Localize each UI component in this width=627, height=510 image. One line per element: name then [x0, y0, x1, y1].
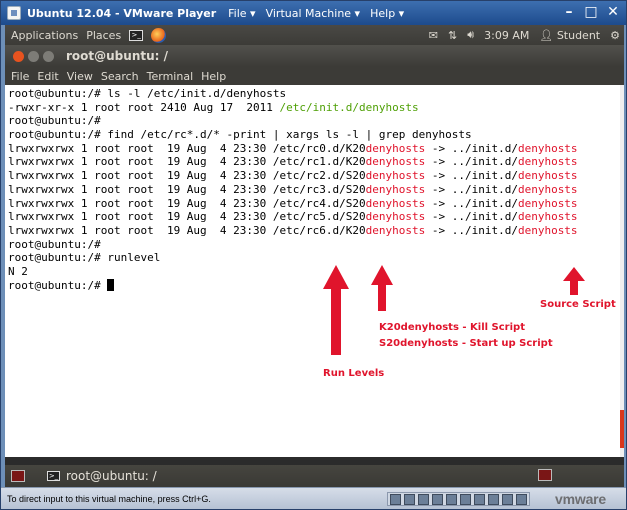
run-levels-label: Run Levels	[323, 368, 385, 379]
terminal-icon: >_	[47, 471, 60, 481]
hard-disk-icon[interactable]	[404, 494, 415, 505]
vmware-window-title: Ubuntu 12.04 - VMware Player	[27, 6, 217, 20]
floppy-icon[interactable]	[432, 494, 443, 505]
text-cursor	[107, 278, 115, 291]
terminal-launcher-icon[interactable]: >_	[129, 29, 144, 41]
source-script-arrow	[563, 267, 585, 295]
gear-icon[interactable]: ⚙	[610, 29, 620, 42]
usb-icon[interactable]	[460, 494, 471, 505]
device-icons	[387, 492, 530, 506]
run-levels-arrow	[323, 265, 349, 355]
terminal-scrollbar[interactable]	[620, 85, 624, 457]
network-icon[interactable]: ⇅	[448, 29, 457, 42]
vmware-menu-file[interactable]: File ▾	[228, 7, 255, 20]
vmware-menubar: File ▾ Virtual Machine ▾ Help ▾	[228, 7, 404, 20]
volume-icon[interactable]: 🔊︎	[467, 28, 474, 42]
printer-icon[interactable]	[488, 494, 499, 505]
minimize-button[interactable]: –	[562, 4, 576, 20]
vmware-app-icon	[7, 6, 21, 20]
terminal-line: root@ubuntu:/# find /etc/rc*.d/* -print …	[8, 128, 472, 142]
close-icon[interactable]	[13, 50, 24, 62]
symlink-row: lrwxrwxrwx 1 root root 19 Aug 4 23:30 /e…	[8, 196, 578, 210]
ubuntu-top-panel: Applications Places >_ ✉ ⇅ 🔊︎ 3:09 AM 👤︎…	[5, 25, 624, 45]
minimize-icon[interactable]	[28, 50, 39, 62]
symlink-row: lrwxrwxrwx 1 root root 19 Aug 4 23:30 /e…	[8, 169, 578, 183]
symlink-row: lrwxrwxrwx 1 root root 19 Aug 4 23:30 /e…	[8, 182, 578, 196]
symlink-row: lrwxrwxrwx 1 root root 19 Aug 4 23:30 /e…	[8, 210, 578, 224]
source-script-label: Source Script	[540, 299, 616, 310]
vmware-window-controls: – □ ✕	[562, 4, 620, 20]
user-icon: 👤︎	[539, 28, 554, 42]
maximize-button[interactable]: □	[584, 4, 598, 20]
symlink-row: lrwxrwxrwx 1 root root 19 Aug 4 23:30 /e…	[8, 155, 578, 169]
side-marker	[620, 410, 624, 448]
terminal-prompt: root@ubuntu:/#	[8, 278, 624, 293]
terminal-line: -rwxr-xr-x 1 root root 2410 Aug 17 2011 …	[8, 100, 419, 114]
input-hint: To direct input to this virtual machine,…	[7, 493, 211, 504]
terminal-menu-help[interactable]: Help	[201, 70, 226, 83]
terminal-menu-terminal[interactable]: Terminal	[147, 70, 194, 83]
firefox-icon[interactable]	[151, 27, 167, 43]
network-adapter-icon[interactable]	[446, 494, 457, 505]
vmware-status-bar: To direct input to this virtual machine,…	[1, 487, 626, 509]
terminal-menu-search[interactable]: Search	[101, 70, 139, 83]
symlink-row: lrwxrwxrwx 1 root root 19 Aug 4 23:30 /e…	[8, 223, 578, 237]
terminal-line: root@ubuntu:/#	[8, 237, 101, 251]
symlink-row: lrwxrwxrwx 1 root root 19 Aug 4 23:30 /e…	[8, 141, 578, 155]
close-button[interactable]: ✕	[606, 4, 620, 20]
taskbar-task-label: root@ubuntu: /	[66, 469, 157, 483]
terminal-titlebar: root@ubuntu: /	[5, 45, 624, 67]
taskbar-terminal-task[interactable]: >_ root@ubuntu: /	[39, 467, 165, 485]
message-icon[interactable]	[516, 494, 527, 505]
terminal-title: root@ubuntu: /	[66, 49, 168, 63]
vmware-titlebar: Ubuntu 12.04 - VMware Player File ▾ Virt…	[1, 1, 626, 25]
kill-script-label: K20denyhosts - Kill Script	[379, 322, 525, 333]
terminal-line: root@ubuntu:/# runlevel	[8, 251, 161, 265]
guest-screen[interactable]: Applications Places >_ ✉ ⇅ 🔊︎ 3:09 AM 👤︎…	[5, 25, 624, 487]
workspace-switcher-icon[interactable]	[538, 469, 552, 481]
terminal-line: root@ubuntu:/#	[8, 114, 101, 128]
startup-script-label: S20denyhosts - Start up Script	[379, 338, 553, 349]
vmware-logo: vmware	[555, 491, 606, 507]
terminal-line: root@ubuntu:/# ls -l /etc/init.d/denyhos…	[8, 87, 287, 100]
terminal-output[interactable]: root@ubuntu:/# ls -l /etc/init.d/denyhos…	[5, 85, 624, 457]
cd-drive-icon[interactable]	[418, 494, 429, 505]
display-icon[interactable]	[502, 494, 513, 505]
terminal-line: N 2	[8, 264, 28, 278]
sound-icon[interactable]	[474, 494, 485, 505]
vmware-player-window: Ubuntu 12.04 - VMware Player File ▾ Virt…	[0, 0, 627, 510]
mail-icon[interactable]: ✉	[429, 29, 438, 42]
vmware-menu-help[interactable]: Help ▾	[370, 7, 404, 20]
clock[interactable]: 3:09 AM	[484, 29, 529, 42]
terminal-menu-file[interactable]: File	[11, 70, 29, 83]
terminal-menubar: File Edit View Search Terminal Help	[5, 67, 624, 85]
applications-menu[interactable]: Applications	[11, 29, 78, 42]
user-menu[interactable]: 👤︎ Student	[539, 29, 600, 42]
hard-disk-icon[interactable]	[390, 494, 401, 505]
script-prefix-arrow	[371, 265, 393, 311]
user-name: Student	[556, 28, 601, 42]
ubuntu-bottom-panel: >_ root@ubuntu: /	[5, 465, 624, 487]
vmware-menu-virtual-machine[interactable]: Virtual Machine ▾	[266, 7, 361, 20]
terminal-menu-edit[interactable]: Edit	[37, 70, 58, 83]
show-desktop-icon[interactable]	[11, 470, 25, 482]
highlighted-path: /etc/init.d/denyhosts	[279, 100, 419, 114]
maximize-icon[interactable]	[43, 50, 54, 62]
terminal-menu-view[interactable]: View	[67, 70, 93, 83]
places-menu[interactable]: Places	[86, 29, 121, 42]
